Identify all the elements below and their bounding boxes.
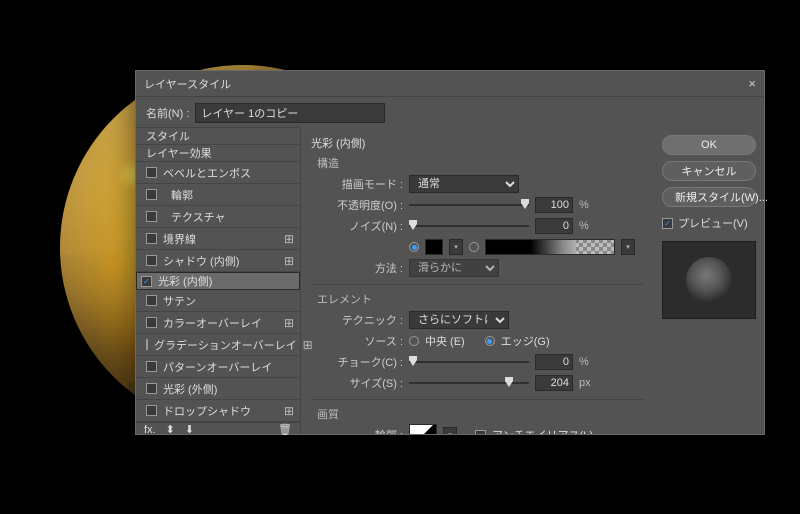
settings-column: 光彩 (内側) 構造 描画モード : 通常 不透明度(O) : % ノイズ(N)… xyxy=(301,127,654,434)
method-select: 滑らかに xyxy=(409,259,499,277)
opacity-slider[interactable] xyxy=(409,198,529,212)
style-row-10[interactable]: 光彩 (外側) xyxy=(136,378,300,400)
style-checkbox[interactable] xyxy=(146,317,157,328)
style-label: 輪郭 xyxy=(163,187,294,203)
choke-input[interactable] xyxy=(535,354,573,370)
gradient-radio[interactable] xyxy=(469,242,479,252)
style-label: テクスチャ xyxy=(163,209,294,225)
preview-label: プレビュー(V) xyxy=(678,215,748,231)
structure-header: 構造 xyxy=(317,155,644,171)
style-row-2[interactable]: テクスチャ xyxy=(136,206,300,228)
noise-input[interactable] xyxy=(535,218,573,234)
contour-label: 輪郭 : xyxy=(311,427,403,434)
close-icon[interactable]: × xyxy=(748,76,756,91)
gradient-dropdown-icon[interactable]: ▾ xyxy=(621,239,635,255)
choke-slider[interactable] xyxy=(409,355,529,369)
style-label: カラーオーバーレイ xyxy=(163,315,278,331)
opacity-label: 不透明度(O) : xyxy=(311,197,403,213)
noise-label: ノイズ(N) : xyxy=(311,218,403,234)
style-row-11[interactable]: ドロップシャドウ ⊞ xyxy=(136,400,300,422)
style-row-5[interactable]: 光彩 (内側) xyxy=(136,272,300,290)
source-center-radio[interactable] xyxy=(409,336,419,346)
swatch-dropdown-icon[interactable]: ▾ xyxy=(449,239,463,255)
plus-icon[interactable]: ⊞ xyxy=(284,254,294,268)
style-label: ベベルとエンボス xyxy=(163,165,294,181)
layer-name-input[interactable] xyxy=(195,103,385,123)
size-input[interactable] xyxy=(535,375,573,391)
ok-button[interactable]: OK xyxy=(662,135,756,155)
name-row: 名前(N) : xyxy=(136,97,764,127)
new-style-button[interactable]: 新規スタイル(W)... xyxy=(662,187,756,207)
style-label: ドロップシャドウ xyxy=(163,403,278,419)
source-label: ソース : xyxy=(311,333,403,349)
style-row-3[interactable]: 境界線 ⊞ xyxy=(136,228,300,250)
element-header: エレメント xyxy=(317,291,644,307)
quality-header: 画質 xyxy=(317,406,644,422)
style-row-4[interactable]: シャドウ (内側) ⊞ xyxy=(136,250,300,272)
style-row-0[interactable]: ベベルとエンボス xyxy=(136,162,300,184)
cancel-button[interactable]: キャンセル xyxy=(662,161,756,181)
style-label: グラデーションオーバーレイ xyxy=(154,337,297,353)
styles-footer: fx. ⬍ ⬇ 🗑 xyxy=(136,422,300,436)
size-slider[interactable] xyxy=(409,376,529,390)
style-checkbox[interactable] xyxy=(146,405,157,416)
style-checkbox[interactable] xyxy=(141,276,152,287)
style-row-7[interactable]: カラーオーバーレイ ⊞ xyxy=(136,312,300,334)
technique-select[interactable]: さらにソフトに xyxy=(409,311,509,329)
preview-checkbox[interactable] xyxy=(662,218,673,229)
plus-icon[interactable]: ⊞ xyxy=(284,404,294,418)
style-label: 光彩 (外側) xyxy=(163,381,294,397)
noise-slider[interactable] xyxy=(409,219,529,233)
layer-style-dialog: レイヤースタイル × 名前(N) : スタイル レイヤー効果 ベベルとエンボス輪… xyxy=(135,70,765,435)
antialias-checkbox[interactable] xyxy=(475,430,486,435)
technique-label: テクニック : xyxy=(311,312,403,328)
contour-picker[interactable] xyxy=(409,424,437,434)
styles-header[interactable]: スタイル xyxy=(136,127,300,145)
color-swatch[interactable] xyxy=(425,239,443,255)
style-checkbox[interactable] xyxy=(146,255,157,266)
plus-icon[interactable]: ⊞ xyxy=(284,316,294,330)
trash-icon[interactable]: 🗑 xyxy=(278,423,292,436)
preview-thumbnail xyxy=(662,241,756,319)
style-checkbox[interactable] xyxy=(146,339,148,350)
style-checkbox[interactable] xyxy=(146,167,157,178)
style-row-6[interactable]: サテン xyxy=(136,290,300,312)
right-column: OK キャンセル 新規スタイル(W)... プレビュー(V) xyxy=(654,127,764,434)
fx-icon[interactable]: fx. xyxy=(144,424,156,436)
style-row-9[interactable]: パターンオーバーレイ xyxy=(136,356,300,378)
layer-effects-header[interactable]: レイヤー効果 xyxy=(136,145,300,162)
style-checkbox[interactable] xyxy=(146,211,157,222)
dialog-title: レイヤースタイル xyxy=(144,76,748,92)
opacity-input[interactable] xyxy=(535,197,573,213)
style-label: 光彩 (内側) xyxy=(158,273,295,289)
style-row-8[interactable]: グラデーションオーバーレイ⊞ xyxy=(136,334,300,356)
plus-icon[interactable]: ⊞ xyxy=(284,232,294,246)
blend-mode-label: 描画モード : xyxy=(311,176,403,192)
size-label: サイズ(S) : xyxy=(311,375,403,391)
style-label: サテン xyxy=(163,293,294,309)
source-edge-radio[interactable] xyxy=(485,336,495,346)
arrow-down-icon[interactable]: ⬇ xyxy=(185,423,194,436)
arrow-up-down-icon[interactable]: ⬍ xyxy=(166,423,175,436)
styles-column: スタイル レイヤー効果 ベベルとエンボス輪郭テクスチャ境界線⊞シャドウ (内側)… xyxy=(136,127,301,434)
blend-mode-select[interactable]: 通常 xyxy=(409,175,519,193)
style-checkbox[interactable] xyxy=(146,233,157,244)
titlebar[interactable]: レイヤースタイル × xyxy=(136,71,764,97)
style-checkbox[interactable] xyxy=(146,295,157,306)
panel-title: 光彩 (内側) xyxy=(311,135,644,151)
style-label: パターンオーバーレイ xyxy=(163,359,294,375)
contour-dropdown-icon[interactable]: ▾ xyxy=(443,427,457,434)
style-label: 境界線 xyxy=(163,231,278,247)
style-label: シャドウ (内側) xyxy=(163,253,278,269)
name-label: 名前(N) : xyxy=(146,105,189,121)
style-checkbox[interactable] xyxy=(146,383,157,394)
color-radio[interactable] xyxy=(409,242,419,252)
style-checkbox[interactable] xyxy=(146,189,157,200)
style-row-1[interactable]: 輪郭 xyxy=(136,184,300,206)
style-checkbox[interactable] xyxy=(146,361,157,372)
gradient-swatch[interactable] xyxy=(485,239,615,255)
choke-label: チョーク(C) : xyxy=(311,354,403,370)
method-label: 方法 : xyxy=(311,260,403,276)
